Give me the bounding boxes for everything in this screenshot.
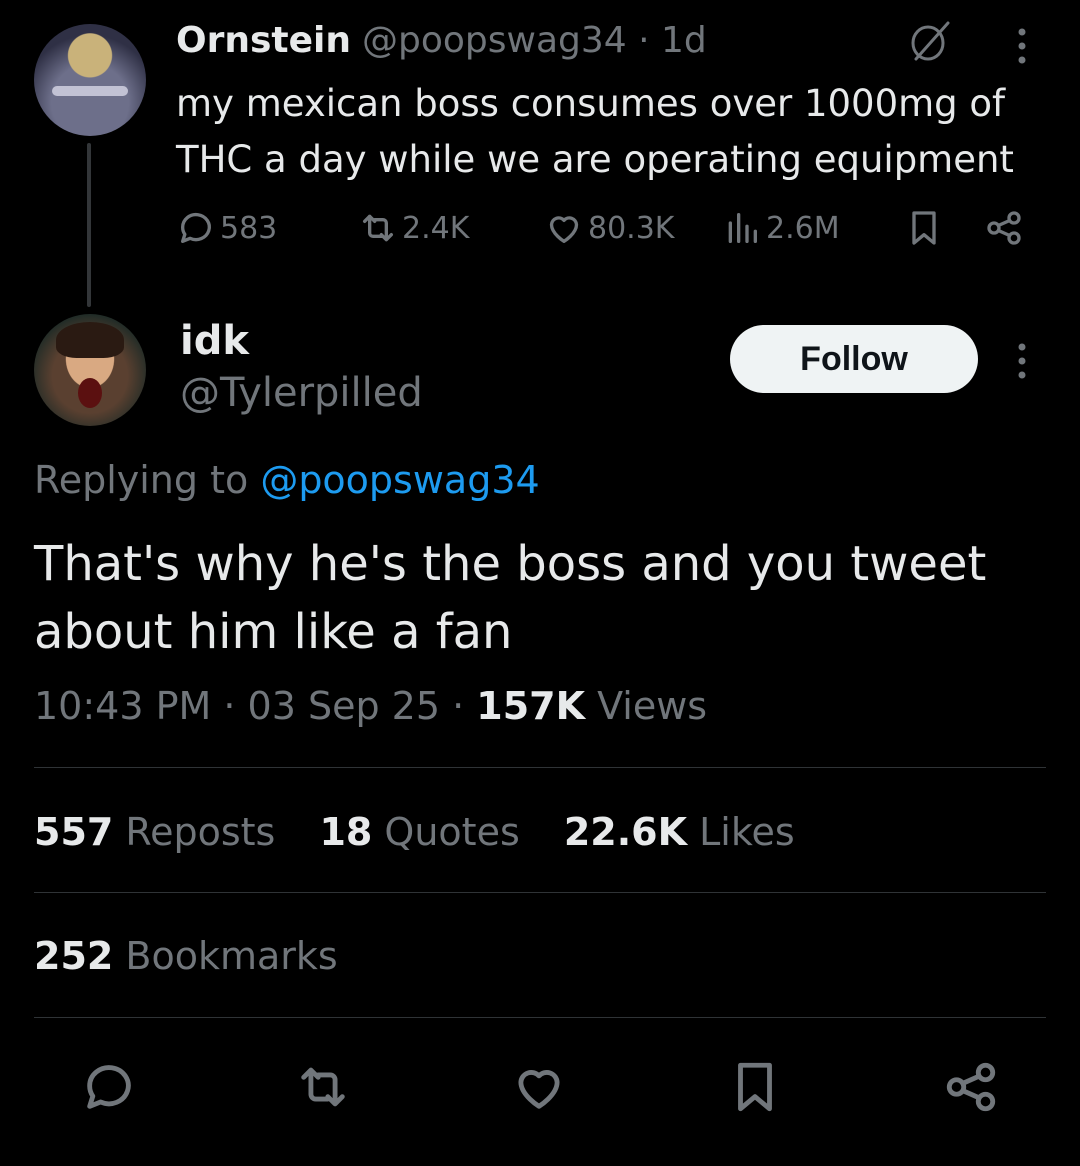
likes-count: 22.6K xyxy=(563,810,688,854)
divider xyxy=(34,767,1046,768)
share-icon xyxy=(987,211,1021,245)
like-button[interactable] xyxy=(510,1058,568,1116)
reply-author-name[interactable]: idk xyxy=(180,318,249,364)
bookmark-icon xyxy=(738,1062,772,1112)
more-vertical-icon[interactable] xyxy=(1012,341,1032,381)
heart-icon xyxy=(518,1070,560,1109)
avatar-idk[interactable] xyxy=(34,314,146,426)
parent-tweet-text: my mexican boss consumes over 1000mg of … xyxy=(176,82,1014,181)
reply-tweet-text: That's why he's the boss and you tweet a… xyxy=(34,536,987,660)
views-label: Views xyxy=(585,684,708,728)
bookmarks-label: Bookmarks xyxy=(113,934,338,978)
reply-button[interactable] xyxy=(80,1058,138,1116)
thread-line xyxy=(87,143,91,307)
parent-reply-action[interactable]: 583 xyxy=(176,208,277,248)
likes-label: Likes xyxy=(687,810,795,854)
views-total: 157K xyxy=(476,684,586,728)
bookmarks-stat[interactable]: 252 Bookmarks xyxy=(34,934,338,978)
parent-bookmark-action[interactable] xyxy=(904,208,948,248)
parent-like-action[interactable]: 80.3K xyxy=(544,208,674,248)
parent-handle-time[interactable]: @poopswag34 · 1d xyxy=(362,20,707,61)
parent-author-name[interactable]: Ornstein xyxy=(176,20,351,61)
heart-icon xyxy=(549,216,579,243)
bookmark-button[interactable] xyxy=(726,1058,784,1116)
timestamp[interactable]: 10:43 PM · 03 Sep 25 · xyxy=(34,684,476,728)
parent-views-action[interactable]: 2.6M xyxy=(722,208,840,248)
divider xyxy=(34,892,1046,893)
bookmarks-count: 252 xyxy=(34,934,114,978)
reply-author-handle[interactable]: @Tylerpilled xyxy=(180,370,423,416)
more-vertical-icon[interactable] xyxy=(1012,26,1032,66)
repost-icon xyxy=(363,214,393,242)
share-icon xyxy=(946,1062,996,1112)
quotes-label: Quotes xyxy=(372,810,520,854)
reply-bubble-icon xyxy=(87,1065,131,1109)
parent-share-action[interactable] xyxy=(984,208,1028,248)
tweet-meta: 10:43 PM · 03 Sep 25 · 157K Views xyxy=(34,684,707,728)
views-count: 2.6M xyxy=(766,210,840,246)
views-bars-icon xyxy=(728,213,757,243)
share-button[interactable] xyxy=(942,1058,1000,1116)
parent-repost-action[interactable]: 2.4K xyxy=(358,208,469,248)
repost-icon xyxy=(301,1067,345,1107)
replying-to: Replying to @poopswag34 xyxy=(34,458,540,502)
reposts-label: Reposts xyxy=(113,810,276,854)
reply-count: 583 xyxy=(220,210,278,246)
quotes-stat[interactable]: 18 Quotes xyxy=(319,810,519,854)
bookmark-icon xyxy=(912,211,936,245)
quotes-count: 18 xyxy=(319,810,373,854)
likes-stat[interactable]: 22.6K Likes xyxy=(564,810,795,854)
stats-row: 557 Reposts 18 Quotes 22.6K Likes xyxy=(34,810,795,854)
reposts-stat[interactable]: 557 Reposts xyxy=(34,810,275,854)
follow-button[interactable]: Follow xyxy=(730,325,978,393)
avatar-ornstein[interactable] xyxy=(34,24,146,136)
repost-button[interactable] xyxy=(294,1058,352,1116)
replying-mention-link[interactable]: @poopswag34 xyxy=(260,458,539,502)
like-count: 80.3K xyxy=(588,210,675,246)
edited-icon xyxy=(906,17,954,65)
divider xyxy=(34,1017,1046,1018)
reply-bubble-icon xyxy=(180,212,211,243)
repost-count: 2.4K xyxy=(402,210,470,246)
reposts-count: 557 xyxy=(34,810,114,854)
replying-prefix: Replying to xyxy=(34,458,261,502)
